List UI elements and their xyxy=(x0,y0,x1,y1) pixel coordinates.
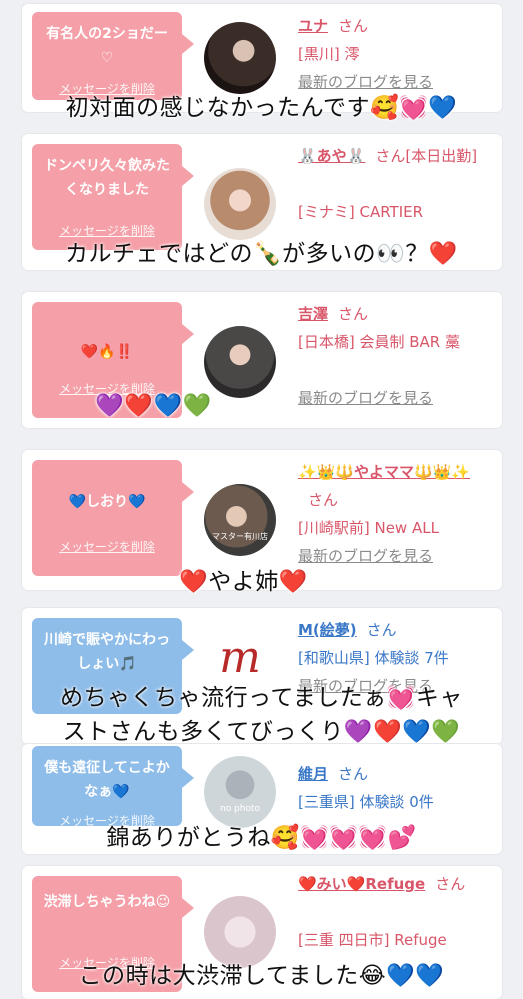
honorific: さん xyxy=(338,305,369,323)
message-text: 渋滞しちゃうわね😉 xyxy=(43,894,171,910)
caption-1: 初対面の感じなかったんです🥰💓💙 xyxy=(65,95,458,121)
message-bubble: 僕も遠征してこよかなぁ💙 メッセージを削除 xyxy=(32,746,194,828)
profile-info: ✨👑🔱やよママ🔱👑✨さん [川崎駅前] New ALL 最新のブログを見る xyxy=(298,458,492,570)
honorific: さん xyxy=(366,621,397,639)
caption-2: カルチェではどの🍾が多いの👀？❤️ xyxy=(65,241,458,267)
profile-name-link[interactable]: 🐰あや🐰 xyxy=(298,147,365,165)
profile-name-link[interactable]: ❤️みい❤️Refuge xyxy=(298,875,425,893)
profile-info: ユナ さん [黒川] 澪 最新のブログを見る xyxy=(298,12,492,96)
caption-7: 錦ありがとうね🥰💓💓💓💕 xyxy=(106,825,417,851)
honorific: さん xyxy=(338,765,369,783)
shop-label[interactable]: [日本橋] 会員制 BAR 藁 xyxy=(298,328,492,356)
message-text: 有名人の2ショだー♡ xyxy=(46,26,168,66)
caption-8: この時は大渋滞してました😂💙💙 xyxy=(78,963,445,989)
avatar[interactable] xyxy=(204,168,276,240)
message-text: ❤️🔥‼️ xyxy=(80,344,134,360)
caption-3: 💜❤️💙💚 xyxy=(95,393,212,419)
message-text: 川崎で賑やかにわっしょい🎵 xyxy=(44,632,170,672)
avatar-placeholder: no photo xyxy=(219,804,261,814)
caption-4: ❤️やよ姉❤️ xyxy=(179,569,308,595)
caption-6: ストさんも多くてびっくり💜❤️💙💚 xyxy=(62,719,461,745)
shop-label[interactable]: [ミナミ] CARTIER xyxy=(298,198,492,226)
profile-info: ❤️みい❤️Refuge さん [三重 四日市] Refuge xyxy=(298,870,492,954)
avatar-watermark: マスター有川店 xyxy=(212,532,268,541)
avatar[interactable]: マスター有川店 xyxy=(204,484,276,556)
message-text: 僕も遠征してこよかなぁ💙 xyxy=(44,760,170,800)
honorific: さん[本日出勤] xyxy=(375,147,478,165)
honorific: さん xyxy=(308,491,339,509)
message-bubble: 有名人の2ショだー♡ メッセージを削除 xyxy=(32,12,194,100)
profile-name-link[interactable]: 吉澤 xyxy=(298,305,328,323)
message-text: 💙しおり💙 xyxy=(68,494,146,510)
profile-info: 維月 さん [三重県] 体験談 0件 xyxy=(298,760,492,816)
message-text: ドンペリ久々飲みたくなりました xyxy=(44,158,170,198)
shop-label[interactable]: [黒川] 澪 xyxy=(298,40,492,68)
shop-label[interactable]: [和歌山県] 体験談 7件 xyxy=(298,644,492,672)
shop-label[interactable]: [三重県] 体験談 0件 xyxy=(298,788,492,816)
message-bubble: 💙しおり💙 メッセージを削除 xyxy=(32,460,194,576)
avatar[interactable] xyxy=(204,22,276,94)
profile-name-link[interactable]: ユナ xyxy=(298,17,328,35)
profile-name-link[interactable]: M(絵夢) xyxy=(298,621,357,639)
honorific: さん xyxy=(338,17,369,35)
avatar[interactable] xyxy=(204,326,276,398)
profile-info: 🐰あや🐰 さん[本日出勤] [ミナミ] CARTIER xyxy=(298,142,492,226)
honorific: さん xyxy=(435,875,466,893)
shop-label[interactable]: [三重 四日市] Refuge xyxy=(298,926,492,954)
avatar-logo: m xyxy=(219,632,261,683)
profile-name-link[interactable]: ✨👑🔱やよママ🔱👑✨ xyxy=(298,463,470,481)
shop-label[interactable]: [川崎駅前] New ALL xyxy=(298,514,492,542)
delete-message-link[interactable]: メッセージを削除 xyxy=(32,538,182,555)
profile-name-link[interactable]: 維月 xyxy=(298,765,328,783)
caption-5: めちゃくちゃ流行ってましたぁ💓キャ xyxy=(60,685,463,711)
